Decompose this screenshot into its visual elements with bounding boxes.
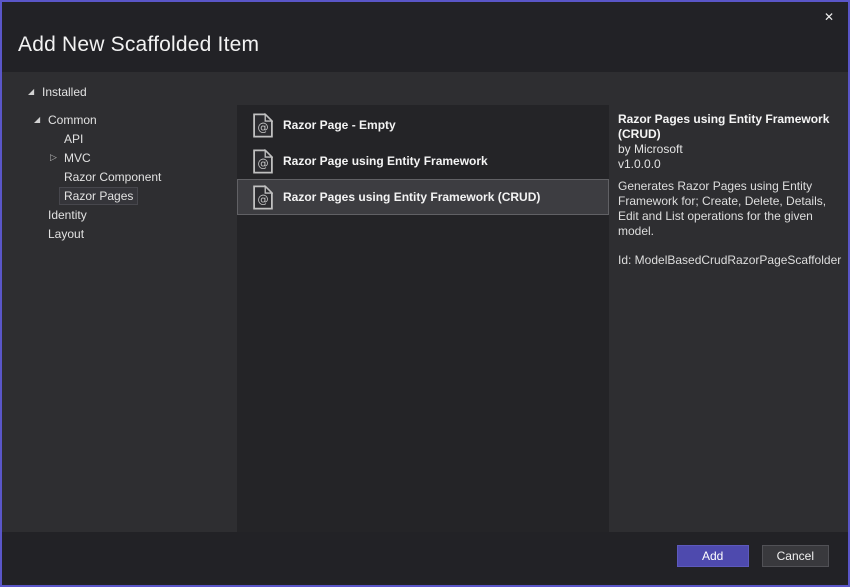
close-icon: ✕ [823,10,835,24]
close-button[interactable]: ✕ [816,6,842,28]
add-scaffolded-item-dialog: Add New Scaffolded Item ✕ ◢ Installed ◢ … [0,0,850,587]
tree-item-label: Razor Component [64,169,162,184]
add-button[interactable]: Add [676,545,749,567]
details-title: Razor Pages using Entity Framework (CRUD… [618,112,830,141]
tree-item-label: Layout [48,226,85,241]
dialog-body: ◢ Installed ◢ Common API ▷ MVC Razor Com… [2,72,848,532]
details-author: by Microsoft [618,142,683,156]
tree-item-label-selected: Razor Pages [59,186,139,205]
tree-item-layout[interactable]: Layout [2,224,237,243]
list-item-label: Razor Page using Entity Framework [283,154,488,168]
razor-page-icon: @ [253,112,273,138]
list-item-razor-page-empty[interactable]: @ Razor Page - Empty [237,107,609,143]
razor-page-icon: @ [253,184,273,210]
details-pane: Razor Pages using Entity Framework (CRUD… [618,112,848,268]
details-version: v1.0.0.0 [618,157,661,171]
dialog-footer: Add Cancel [2,532,848,585]
list-item-label: Razor Page - Empty [283,118,396,132]
list-item-razor-page-ef[interactable]: @ Razor Page using Entity Framework [237,143,609,179]
razor-page-icon: @ [253,148,273,174]
tree-item-common[interactable]: ◢ Common [2,110,237,129]
tree-item-label: API [64,131,84,146]
svg-text:@: @ [257,157,268,170]
tree-item-mvc[interactable]: ▷ MVC [2,148,237,167]
template-list: @ Razor Page - Empty @ Razor Page using … [237,105,609,532]
cancel-button[interactable]: Cancel [761,545,829,567]
expand-arrow-icon[interactable]: ◢ [34,115,48,124]
details-description: Generates Razor Pages using Entity Frame… [618,179,827,238]
titlebar: Add New Scaffolded Item ✕ [2,2,848,72]
tree-item-api[interactable]: API [2,129,237,148]
collapse-arrow-icon[interactable]: ▷ [50,152,64,163]
tree-item-label: MVC [64,150,91,165]
svg-text:@: @ [257,193,268,206]
tree-item-razor-component[interactable]: Razor Component [2,167,237,186]
list-item-razor-pages-ef-crud[interactable]: @ Razor Pages using Entity Framework (CR… [237,179,609,215]
tree-item-razor-pages[interactable]: Razor Pages [2,186,237,205]
dialog-title: Add New Scaffolded Item [18,33,260,56]
svg-text:@: @ [257,121,268,134]
tree-item-identity[interactable]: Identity [2,205,237,224]
tree-item-label: Installed [42,84,87,99]
details-id: Id: ModelBasedCrudRazorPageScaffolder [618,253,842,267]
expand-arrow-icon[interactable]: ◢ [28,87,42,96]
tree-item-label: Common [48,112,97,127]
list-item-label: Razor Pages using Entity Framework (CRUD… [283,190,541,204]
category-tree: ◢ Installed ◢ Common API ▷ MVC Razor Com… [2,72,237,532]
tree-item-installed[interactable]: ◢ Installed [2,82,237,101]
tree-item-label: Identity [48,207,87,222]
